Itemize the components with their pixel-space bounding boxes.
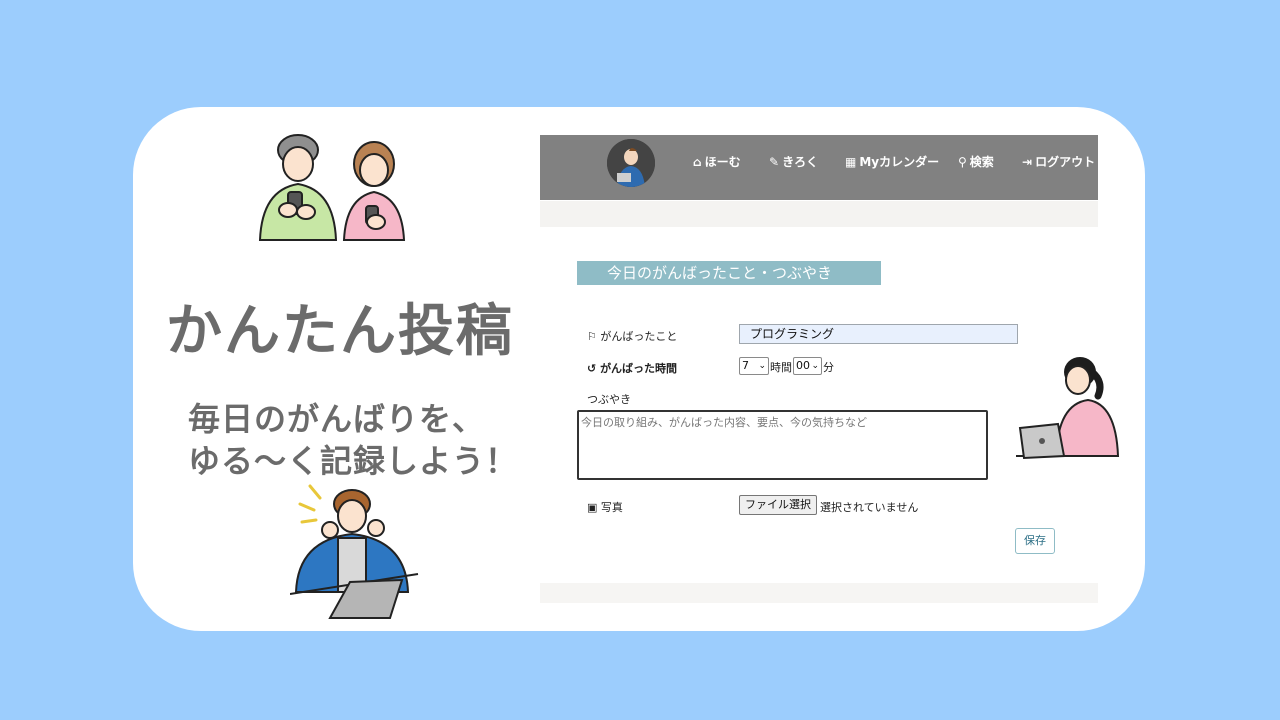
file-select-button[interactable]: ファイル選択 [739,495,817,515]
navbar: ⌂ ほーむ ✎ きろく ▦ Myカレンダー ⚲ 検索 ⇥ ログアウト [540,135,1098,200]
header-strip [540,201,1098,227]
photo-label-text: 写真 [600,501,623,514]
nav-item-logout[interactable]: ⇥ ログアウト [1022,153,1095,170]
search-icon: ⚲ [958,155,967,169]
time-label: ↺ がんばった時間 [587,360,677,376]
promo-subline-2: ゆる～く記録しよう！ [188,442,519,480]
calendar-icon: ▦ [845,155,857,169]
woman-laptop-illustration [1016,357,1120,460]
photo-label: ▣ 写真 [587,499,623,515]
minutes-unit: 分 [823,361,834,374]
tweet-placeholder: 今日の取り組み、がんばった内容、要点、今の気持ちなど [581,416,867,429]
promo-headline: かんたん投稿 [166,299,514,364]
minutes-value: 00 [796,359,810,372]
logo-avatar[interactable] [607,139,655,187]
nav-item-calendar[interactable]: ▦ Myカレンダー [845,153,939,170]
edit-icon: ✎ [769,155,780,169]
hours-select[interactable]: 7 ⌄ [739,357,769,375]
home-icon: ⌂ [693,155,702,169]
effort-input[interactable]: プログラミング [739,324,1018,344]
history-icon: ↺ [587,362,597,375]
image-icon: ▣ [587,501,598,514]
section-title: 今日のがんばったこと・つぶやき [577,261,881,285]
effort-label: ⚐ がんばったこと [587,328,677,344]
hours-unit: 時間 [770,361,792,374]
hours-value: 7 [742,359,749,372]
chevron-down-icon: ⌄ [811,361,819,371]
effort-label-text: がんばったこと [600,330,678,343]
nav-item-home[interactable]: ⌂ ほーむ [693,153,741,170]
time-label-text: がんばった時間 [600,362,678,375]
nav-item-label: きろく [782,155,819,169]
excited-man-illustration [290,484,419,619]
nav-item-label: ほーむ [704,155,741,169]
footer-strip [540,583,1098,603]
chevron-down-icon: ⌄ [758,361,766,371]
elderly-couple-illustration [258,134,406,241]
nav-item-label: 検索 [969,155,994,169]
nav-item-label: Myカレンダー [859,155,940,169]
file-status: 選択されていません [820,501,919,514]
minutes-select[interactable]: 00 ⌄ [793,357,822,375]
promo-subline-1: 毎日のがんばりを、 [188,400,486,438]
logout-icon: ⇥ [1022,155,1033,169]
nav-item-record[interactable]: ✎ きろく [769,153,818,170]
tweet-label: つぶやき [587,393,631,406]
nav-item-search[interactable]: ⚲ 検索 [958,153,994,170]
flag-icon: ⚐ [587,330,597,343]
tweet-textarea[interactable]: 今日の取り組み、がんばった内容、要点、今の気持ちなど [577,410,988,480]
nav-item-label: ログアウト [1035,155,1096,169]
save-button[interactable]: 保存 [1015,528,1055,554]
